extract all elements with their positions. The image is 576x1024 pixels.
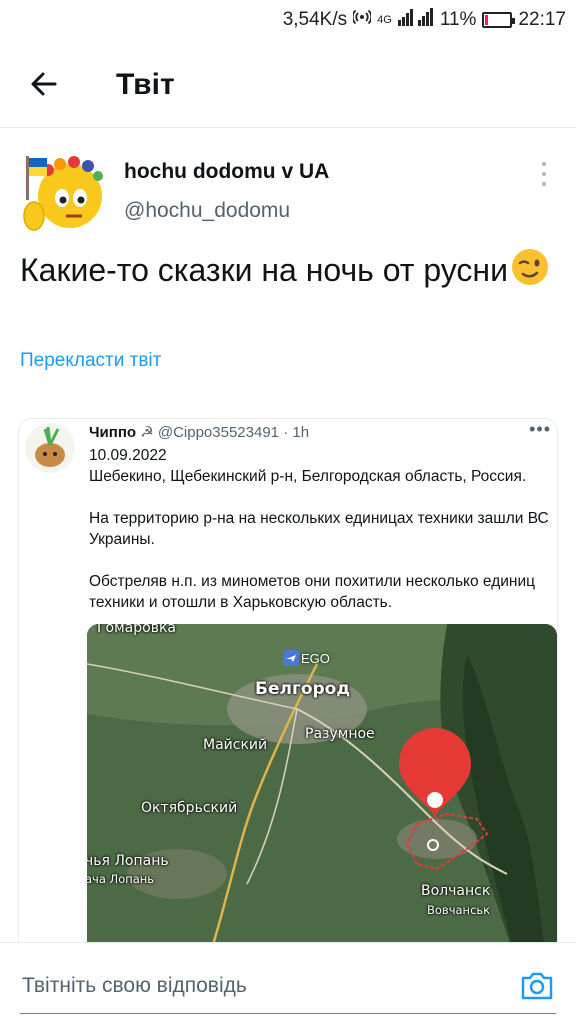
battery-percent: 11%: [439, 9, 477, 30]
author-handle[interactable]: @hochu_dodomu: [124, 199, 290, 223]
embedded-paragraph-1: На территорию р-на на нескольких единица…: [89, 510, 549, 548]
reply-input[interactable]: Твітніть свою відповідь: [22, 974, 247, 998]
more-dot-icon: [542, 182, 546, 186]
page-title: Твіт: [116, 68, 175, 101]
status-bar: 3,54K/s 4G 11% 22:17: [0, 0, 576, 38]
reply-underline: [20, 1013, 556, 1014]
satellite-map: Гомаровка EGO Белгород Майский Разумное …: [87, 624, 557, 957]
embedded-avatar: [25, 423, 75, 473]
more-dot-icon: [542, 172, 546, 176]
winking-face-emoji-icon: [511, 249, 548, 285]
camera-button[interactable]: [520, 969, 554, 1001]
map-label: Майский: [203, 737, 268, 753]
hammer-sickle-icon: ☭: [140, 424, 154, 441]
airplane-icon: [283, 650, 299, 666]
separator: ·: [283, 424, 289, 441]
back-button[interactable]: [24, 64, 64, 104]
more-options-button[interactable]: [534, 160, 554, 188]
clock: 22:17: [518, 9, 566, 30]
embedded-paragraph-2: Обстреляв н.п. из минометов они похитили…: [89, 573, 536, 611]
tweet-image[interactable]: Чиппо ☭ @Cippo35523491 · 1h ••• 10.09.20…: [18, 418, 558, 958]
translate-tweet-link[interactable]: Перекласти твіт: [20, 350, 161, 372]
app-bar: Твіт: [0, 38, 576, 128]
map-label: EGO: [301, 650, 330, 666]
airport-marker: EGO: [283, 650, 330, 666]
embedded-more-icon: •••: [529, 419, 551, 439]
network-type: 4G: [377, 14, 392, 26]
reply-composer: Твітніть свою відповідь: [0, 942, 576, 1024]
signal-icon: [397, 8, 434, 32]
embedded-author-name: Чиппо: [89, 424, 137, 441]
embedded-tweet-header: Чиппо ☭ @Cippo35523491 · 1h: [89, 423, 309, 441]
embedded-date: 10.09.2022: [89, 447, 167, 464]
map-label: ача Лопань: [87, 872, 155, 886]
map-label: Октябрьский: [141, 800, 238, 816]
map-label: Гомаровка: [97, 624, 176, 636]
tweet-text-content: Какие-то сказки на ночь от русни: [20, 252, 508, 288]
map-label: Волчанск: [421, 883, 491, 899]
camera-icon: [521, 972, 553, 1000]
author-name[interactable]: hochu dodomu v UA: [124, 160, 329, 184]
map-label: Белгород: [255, 679, 351, 699]
arrow-left-icon: [31, 72, 57, 96]
hotspot-icon: [351, 8, 373, 32]
embedded-location: Шебекино, Щебекинский р-н, Белгородская …: [89, 468, 527, 485]
embedded-author-handle: @Cippo35523491: [157, 424, 280, 441]
network-speed: 3,54K/s: [282, 9, 348, 30]
embedded-tweet-age: 1h: [292, 424, 310, 441]
map-label: Разумное: [305, 726, 375, 742]
battery-icon: [482, 12, 516, 28]
map-label: чья Лопань: [87, 853, 169, 869]
status-indicators: 3,54K/s 4G 11% 22:17: [283, 8, 566, 32]
author-avatar[interactable]: [18, 148, 106, 236]
embedded-tweet-text: 10.09.2022 Шебекино, Щебекинский р-н, Бе…: [89, 445, 557, 613]
more-dot-icon: [542, 162, 546, 166]
tweet-text: Какие-то сказки на ночь от русни: [20, 247, 560, 292]
map-label: Вовчанськ: [427, 903, 491, 917]
